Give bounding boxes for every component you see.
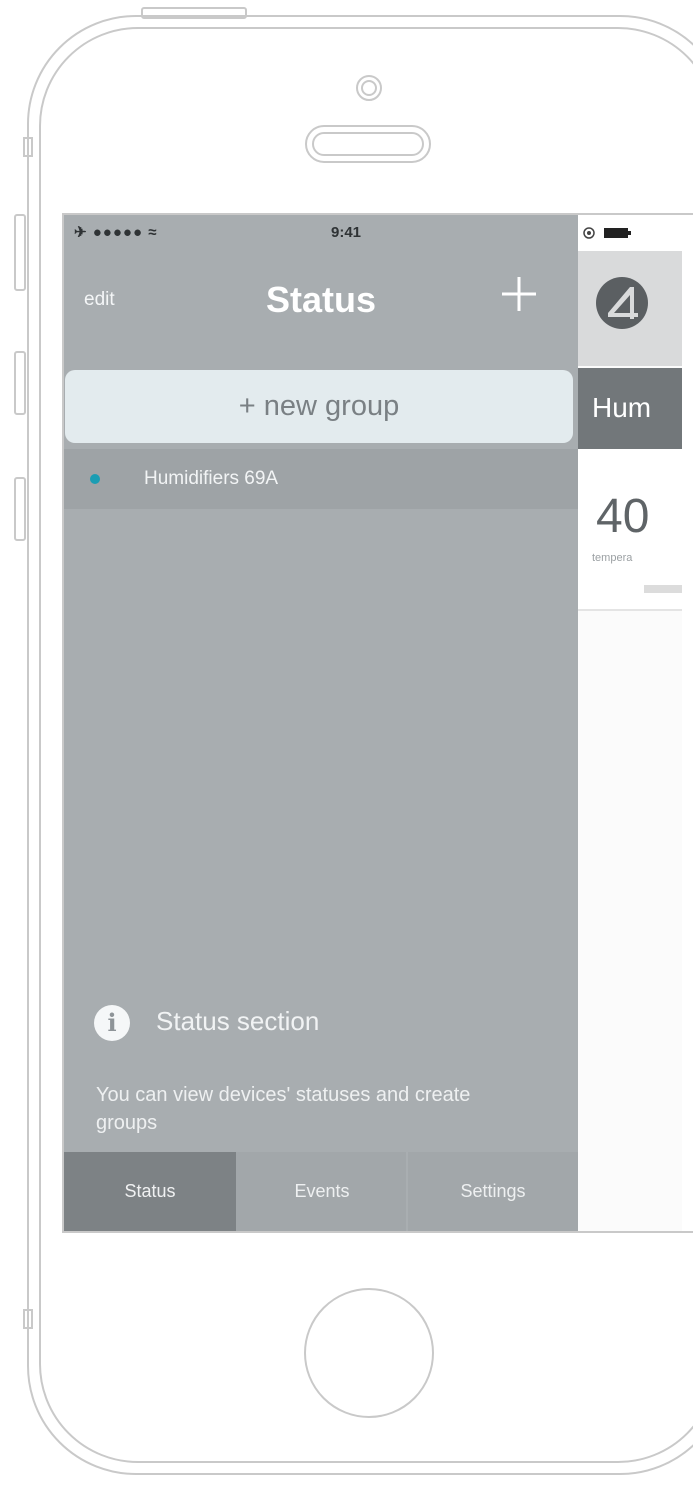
tab-status[interactable]: Status (64, 1152, 236, 1231)
nav-bar: edit Status (64, 251, 578, 331)
peek-value: 40 (596, 490, 650, 543)
info-text: You can view devices' statuses and creat… (96, 1084, 471, 1134)
tab-bar: Status Events Settings (64, 1152, 578, 1231)
status-drawer: ✈ ●●●●● ≈ 9:41 edit Status + new group H… (64, 215, 578, 1231)
tab-events[interactable]: Events (236, 1152, 408, 1231)
tab-settings[interactable]: Settings (408, 1152, 578, 1231)
status-bar-time: 9:41 (331, 224, 362, 241)
group-status-dot (90, 474, 100, 484)
peek-tab-label: Hum (592, 392, 652, 423)
peek-device-card[interactable]: 40 tempera (578, 449, 682, 611)
detail-panel-peek[interactable]: Hum 40 tempera (578, 215, 682, 1231)
group-row[interactable]: Humidifiers 69A (64, 449, 578, 509)
info-title: Status section (156, 1006, 320, 1036)
group-label: Humidifiers 69A (144, 468, 279, 489)
peek-bar (644, 585, 682, 593)
peek-group-tab[interactable]: Hum (578, 368, 682, 449)
status-bar: ✈ ●●●●● ≈ 9:41 (64, 215, 578, 251)
battery-icon (583, 227, 631, 239)
logo-icon (596, 277, 648, 329)
peek-header (578, 251, 682, 366)
peek-status-bar (578, 215, 682, 251)
plus-icon[interactable] (494, 269, 544, 319)
app-screen: ✈ ●●●●● ≈ 9:41 edit Status + new group H… (64, 215, 682, 1231)
peek-label: tempera (592, 552, 633, 564)
status-bar-signal: ✈ ●●●●● ≈ (74, 224, 158, 241)
new-group-button[interactable]: + new group (65, 370, 573, 443)
info-icon: i (94, 1005, 130, 1041)
